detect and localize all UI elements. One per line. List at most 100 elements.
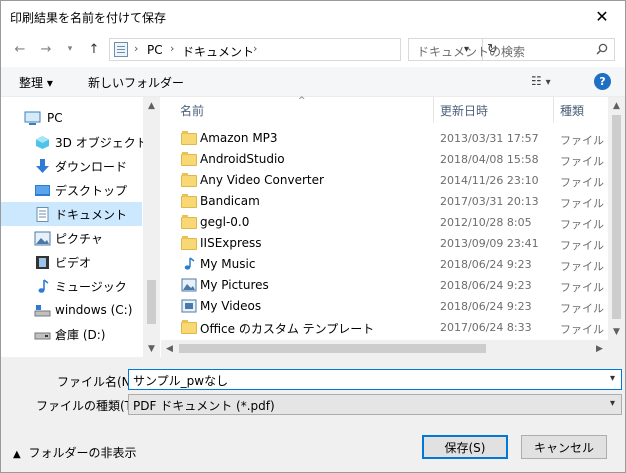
chevron-down-icon[interactable]: ▾ [610,373,615,384]
folder-icon [181,320,197,334]
column-divider[interactable] [553,97,554,123]
sidebar-item-3d-objects[interactable]: 3D オブジェクト [1,130,148,154]
file-type: ファイル フォルダー [560,155,605,168]
scroll-up-icon[interactable]: ▲ [143,97,160,114]
sidebar-scroll-thumb[interactable] [147,280,156,324]
file-list-horizontal-scrollbar[interactable]: ◀ ▶ [161,340,608,357]
file-type: ファイル フォルダー [560,281,605,294]
file-date: 2014/11/26 23:10 [440,174,539,187]
file-name: AndroidStudio [200,152,285,166]
3d-objects-icon [36,135,49,149]
table-row[interactable]: Any Video Converter 2014/11/26 23:10 ファイル … [161,170,605,191]
column-header-label: 種類 [560,103,585,118]
view-options-button[interactable]: ☷ ▾ [531,74,551,88]
close-button[interactable]: ✕ [579,1,625,31]
column-divider[interactable] [433,97,434,123]
breadcrumb-separator-icon[interactable]: › [134,42,138,55]
sidebar-item-videos[interactable]: ビデオ [1,250,142,274]
table-row[interactable]: gegl-0.0 2012/10/28 8:05 ファイル フォルダー [161,212,605,233]
scroll-up-icon[interactable]: ▲ [608,97,625,114]
table-row[interactable]: AndroidStudio 2018/04/08 15:58 ファイル フォルダー [161,149,605,170]
breadcrumb-pc[interactable]: PC [147,43,163,57]
save-button[interactable]: 保存(S) [422,435,508,459]
filename-value[interactable]: サンプル_pwなし [133,372,228,389]
file-type: ファイル フォルダー [560,302,605,315]
filename-field[interactable]: サンプル_pwなし ▾ [128,369,622,390]
organize-button[interactable]: 整理 ▾ [19,74,53,91]
table-row[interactable]: Bandicam 2017/03/31 20:13 ファイル フォルダー [161,191,605,212]
sidebar-item-pc[interactable]: PC [1,106,142,130]
file-date: 2012/10/28 8:05 [440,216,532,229]
table-row[interactable]: Office のカスタム テンプレート 2017/06/24 8:33 ファイル フ… [161,317,605,338]
sidebar-item-pictures[interactable]: ピクチャ [1,226,142,250]
sidebar-item-documents[interactable]: ドキュメント [1,202,142,226]
table-row[interactable]: My Pictures 2018/06/24 9:23 ファイル フォルダー [161,275,605,296]
hide-folders-label: フォルダーの非表示 [28,446,137,460]
pictures-icon [34,231,51,245]
help-icon: ? [599,75,606,88]
column-header-date[interactable]: 更新日時 [440,97,488,123]
file-date: 2013/03/31 17:57 [440,132,539,145]
navigation-pane: PC 3D オブジェクト ダウンロード デスクトップ ドキュメント ピクチャ ビ… [1,97,160,357]
address-bar[interactable]: › PC › ドキュメント › ▾ ↻ [109,38,498,61]
horizontal-scroll-thumb[interactable] [179,344,486,353]
file-date: 2018/06/24 9:23 [440,258,532,271]
folder-icon [181,194,197,208]
search-input[interactable]: ドキュメントの検索 [417,43,525,60]
file-date: 2017/06/24 8:33 [440,321,532,334]
hide-folders-button[interactable]: ▲ フォルダーの非表示 [13,444,137,461]
file-type: ファイル フォルダー [560,197,605,210]
file-date: 2018/06/24 9:23 [440,279,532,292]
sidebar-item-label: windows (C:) [55,303,133,317]
sidebar-item-label: ドキュメント [55,207,128,222]
table-row[interactable]: Amazon MP3 2013/03/31 17:57 ファイル フォルダー [161,128,605,149]
sidebar-item-label: ミュージック [55,279,127,294]
search-box[interactable]: ドキュメントの検索 [408,38,615,61]
breadcrumb-documents[interactable]: ドキュメント [182,43,254,60]
chevron-down-icon[interactable]: ▾ [610,398,615,409]
sidebar-item-label: 3D オブジェクト [55,135,148,150]
scrollbar-corner [608,340,625,357]
file-name: Any Video Converter [200,173,324,187]
documents-location-icon [114,42,128,57]
new-folder-button[interactable]: 新しいフォルダー [88,74,184,91]
sidebar-item-downloads[interactable]: ダウンロード [1,154,142,178]
column-header-name[interactable]: 名前 [180,97,204,123]
file-list-vertical-scrollbar[interactable]: ▲ ▼ [608,97,625,340]
back-button[interactable]: ← [11,40,29,58]
sidebar-item-drive-c[interactable]: windows (C:) [1,298,142,322]
file-type: ファイル フォルダー [560,323,605,336]
breadcrumb-separator-icon[interactable]: › [170,42,174,55]
help-button[interactable]: ? [594,73,611,90]
file-name: Office のカスタム テンプレート [200,322,375,336]
column-header-label: 名前 [180,103,205,118]
filetype-select[interactable]: PDF ドキュメント (*.pdf) ▾ [128,394,622,415]
music-folder-icon [184,257,195,270]
file-name: My Music [200,257,256,271]
scroll-left-icon[interactable]: ◀ [161,340,178,357]
sidebar-item-music[interactable]: ミュージック [1,274,142,298]
scroll-down-icon[interactable]: ▼ [143,340,160,357]
sidebar-item-drive-d[interactable]: 倉庫 (D:) [1,322,142,346]
breadcrumb-separator-icon[interactable]: › [253,42,257,55]
up-button[interactable]: ↑ [85,40,103,58]
file-name: My Videos [200,299,262,313]
table-row[interactable]: IISExpress 2013/09/09 23:41 ファイル フォルダー [161,233,605,254]
search-icon[interactable] [596,43,608,55]
sidebar-item-desktop[interactable]: デスクトップ [1,178,142,202]
recent-locations-button[interactable]: ▾ [61,40,79,58]
scroll-down-icon[interactable]: ▼ [608,323,625,340]
cancel-button[interactable]: キャンセル [521,435,607,459]
pc-icon [24,111,41,125]
table-row[interactable]: My Videos 2018/06/24 9:23 ファイル フォルダー [161,296,605,317]
vertical-scroll-thumb[interactable] [612,115,621,319]
forward-button[interactable]: → [37,40,55,58]
scroll-right-icon[interactable]: ▶ [591,340,608,357]
table-row[interactable]: My Music 2018/06/24 9:23 ファイル フォルダー [161,254,605,275]
sidebar-scrollbar[interactable]: ▲ ▼ [143,97,160,357]
file-type: ファイル フォルダー [560,176,605,189]
file-date: 2013/09/09 23:41 [440,237,539,250]
column-header-type[interactable]: 種類 [560,97,584,123]
file-type: ファイル フォルダー [560,260,605,273]
folder-icon [181,236,197,250]
